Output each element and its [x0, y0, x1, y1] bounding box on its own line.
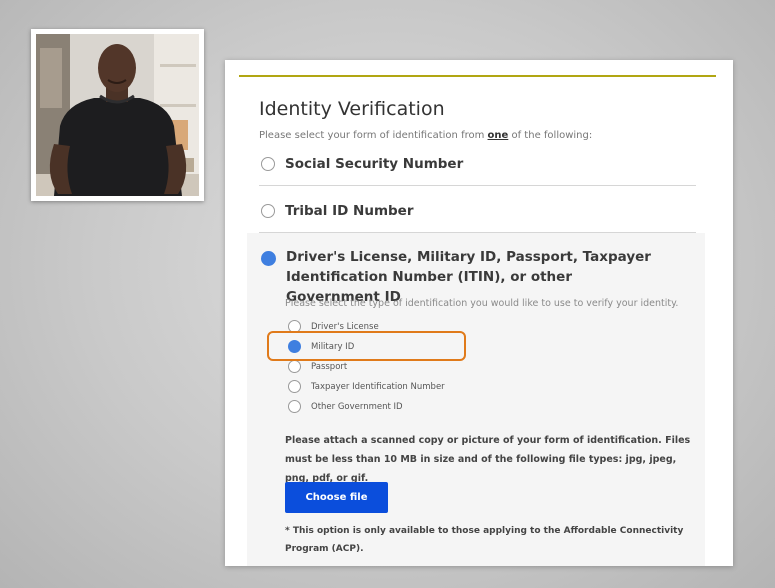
subtitle-emphasis: one [487, 130, 509, 141]
presenter-image [36, 34, 199, 196]
acp-footnote: * This option is only available to those… [285, 526, 684, 554]
id-type-label: Taxpayer Identification Number [311, 381, 445, 392]
attach-instructions: Please attach a scanned copy or picture … [285, 435, 691, 484]
divider [259, 185, 696, 186]
identity-verification-card: Identity Verification Please select your… [225, 60, 733, 566]
choose-file-button[interactable]: Choose file [285, 482, 388, 513]
military-id-highlight-box [267, 331, 466, 361]
form-subtitle: Please select your form of identificatio… [259, 130, 592, 141]
option-tribal-id[interactable]: Tribal ID Number [261, 203, 414, 219]
id-type-label: Passport [311, 361, 348, 372]
id-type-label: Other Government ID [311, 401, 403, 412]
radio-button[interactable] [288, 380, 301, 393]
radio-button[interactable] [261, 204, 275, 218]
subtitle-text: Please select your form of identificatio… [259, 130, 488, 141]
radio-button-selected[interactable] [261, 251, 276, 266]
option-social-security[interactable]: Social Security Number [261, 156, 463, 172]
id-type-label: Driver's License [311, 321, 379, 332]
page-title: Identity Verification [259, 98, 445, 120]
id-type-other-government[interactable]: Other Government ID [288, 400, 403, 413]
accent-rule [239, 75, 716, 77]
option-label: Social Security Number [285, 156, 464, 172]
id-type-instruction: Please select the type of identification… [285, 298, 679, 309]
id-type-taxpayer-id[interactable]: Taxpayer Identification Number [288, 380, 445, 393]
presenter-photo [31, 29, 204, 201]
id-type-passport[interactable]: Passport [288, 360, 347, 373]
radio-button[interactable] [261, 157, 275, 171]
option-label: Tribal ID Number [285, 203, 414, 219]
radio-button[interactable] [288, 360, 301, 373]
radio-button[interactable] [288, 400, 301, 413]
subtitle-text-end: of the following: [508, 130, 593, 141]
